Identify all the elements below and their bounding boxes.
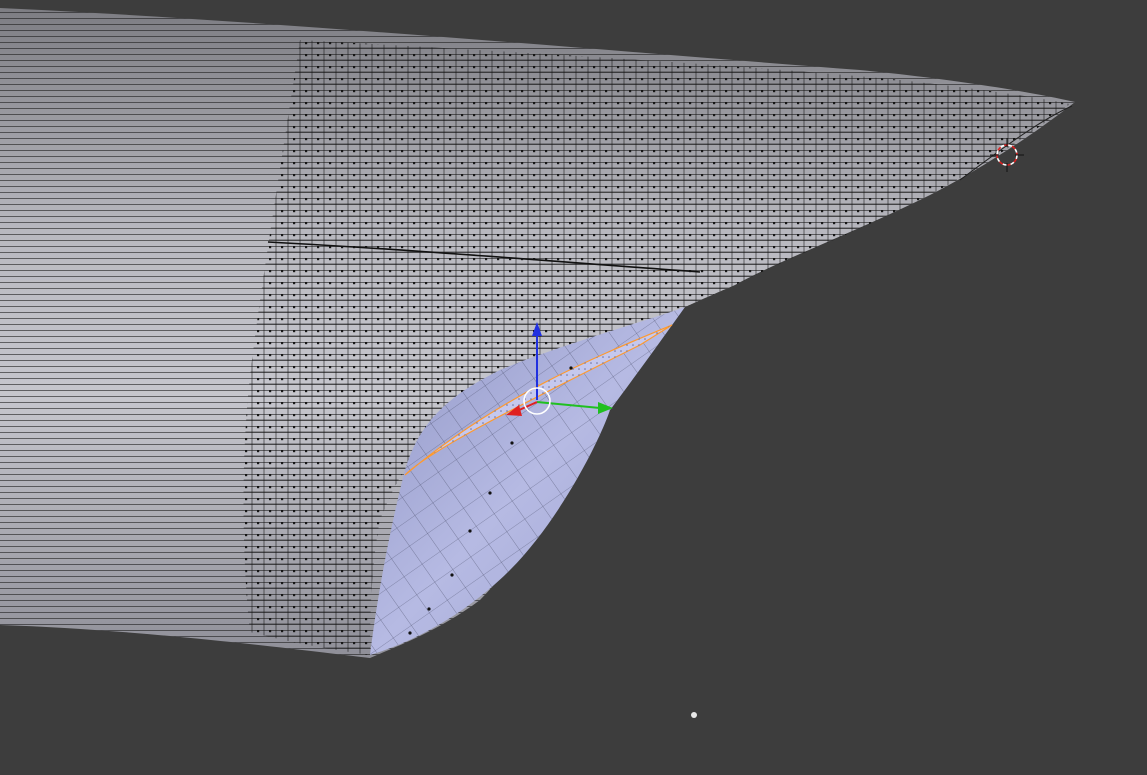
mesh-dense-region	[243, 40, 1070, 655]
3d-viewport[interactable]	[0, 0, 1147, 775]
light-object-icon[interactable]	[691, 712, 697, 718]
viewport-scene[interactable]	[0, 0, 1147, 775]
